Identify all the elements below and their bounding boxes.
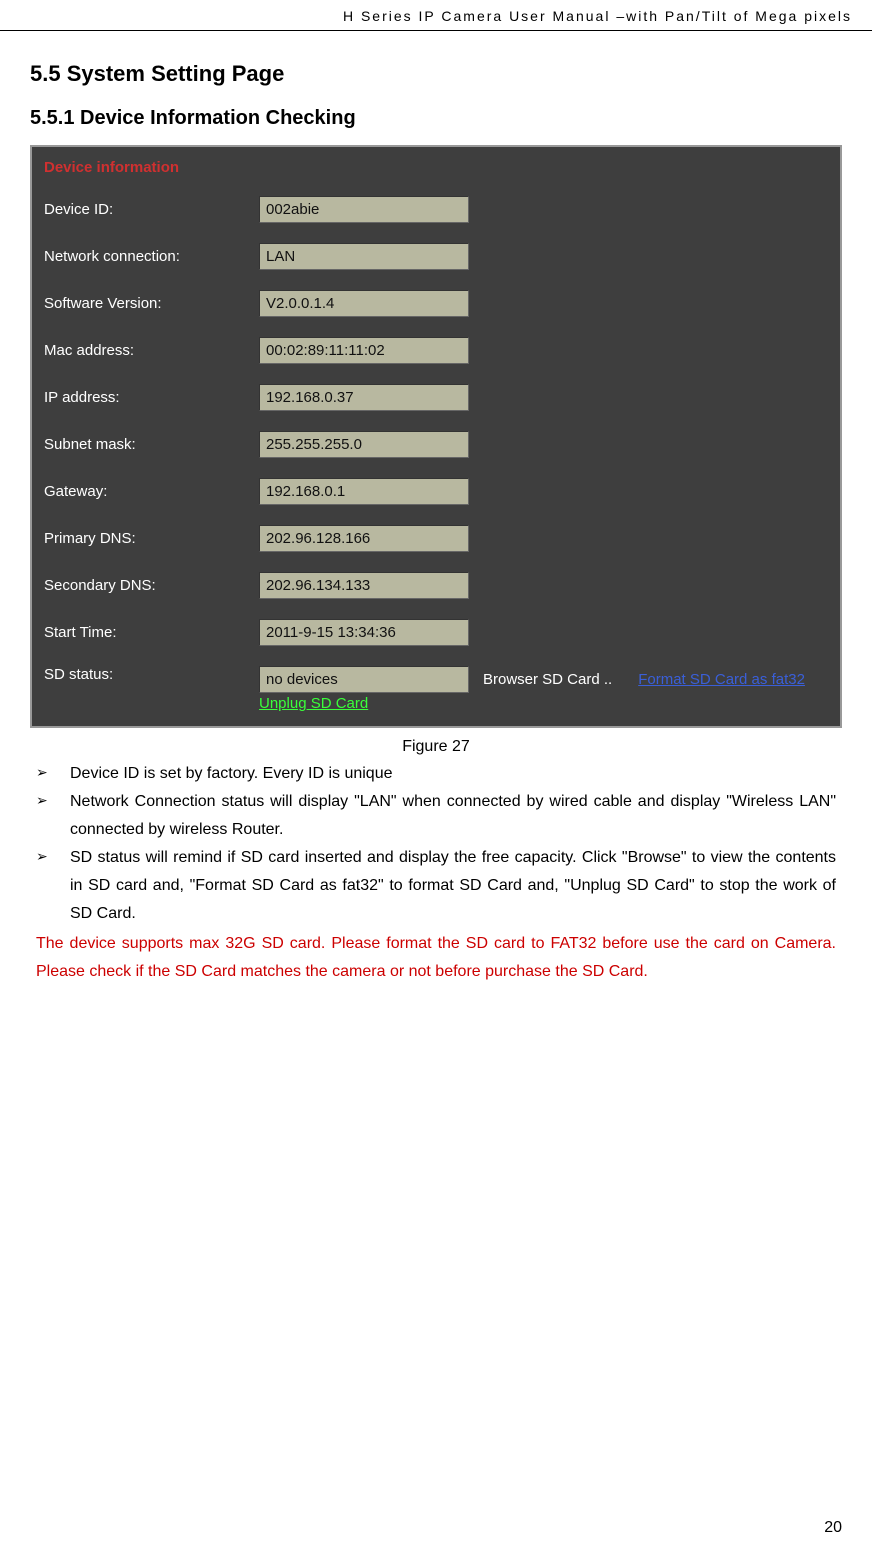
section-heading: 5.5 System Setting Page <box>30 61 842 87</box>
label-gateway: Gateway: <box>44 483 259 500</box>
page-number: 20 <box>824 1519 842 1537</box>
value-start-time: 2011-9-15 13:34:36 <box>259 619 469 646</box>
label-mac: Mac address: <box>44 342 259 359</box>
list-item: ➢ SD status will remind if SD card inser… <box>36 844 836 928</box>
info-row-ip: IP address: 192.168.0.37 <box>32 374 840 421</box>
subsection-heading: 5.5.1 Device Information Checking <box>30 107 842 130</box>
info-row-network: Network connection: LAN <box>32 233 840 280</box>
list-item: ➢ Network Connection status will display… <box>36 788 836 844</box>
warning-note: The device supports max 32G SD card. Ple… <box>30 930 842 986</box>
unplug-sd-card-link[interactable]: Unplug SD Card <box>259 695 805 712</box>
bullet-icon: ➢ <box>36 760 70 785</box>
label-sd-status: SD status: <box>44 666 259 683</box>
bullet-text: Device ID is set by factory. Every ID is… <box>70 760 836 788</box>
label-start-time: Start Time: <box>44 624 259 641</box>
info-row-software: Software Version: V2.0.0.1.4 <box>32 280 840 327</box>
info-row-mac: Mac address: 00:02:89:11:11:02 <box>32 327 840 374</box>
browser-sd-card-link[interactable]: Browser SD Card .. <box>483 671 612 688</box>
value-device-id: 002abie <box>259 196 469 223</box>
info-row-start-time: Start Time: 2011-9-15 13:34:36 <box>32 609 840 656</box>
bullet-icon: ➢ <box>36 844 70 869</box>
label-primary-dns: Primary DNS: <box>44 530 259 547</box>
list-item: ➢ Device ID is set by factory. Every ID … <box>36 760 836 788</box>
bullet-icon: ➢ <box>36 788 70 813</box>
label-subnet: Subnet mask: <box>44 436 259 453</box>
value-subnet: 255.255.255.0 <box>259 431 469 458</box>
label-software: Software Version: <box>44 295 259 312</box>
format-sd-card-link[interactable]: Format SD Card as fat32 <box>638 671 805 688</box>
info-row-gateway: Gateway: 192.168.0.1 <box>32 468 840 515</box>
value-primary-dns: 202.96.128.166 <box>259 525 469 552</box>
label-ip: IP address: <box>44 389 259 406</box>
label-secondary-dns: Secondary DNS: <box>44 577 259 594</box>
label-device-id: Device ID: <box>44 201 259 218</box>
value-sd-status: no devices <box>259 666 469 693</box>
figure-caption: Figure 27 <box>30 738 842 756</box>
value-network: LAN <box>259 243 469 270</box>
info-row-device-id: Device ID: 002abie <box>32 186 840 233</box>
bullet-text: SD status will remind if SD card inserte… <box>70 844 836 928</box>
value-ip: 192.168.0.37 <box>259 384 469 411</box>
value-mac: 00:02:89:11:11:02 <box>259 337 469 364</box>
value-software: V2.0.0.1.4 <box>259 290 469 317</box>
info-row-subnet: Subnet mask: 255.255.255.0 <box>32 421 840 468</box>
panel-title: Device information <box>32 159 840 186</box>
info-row-secondary-dns: Secondary DNS: 202.96.134.133 <box>32 562 840 609</box>
bullet-list: ➢ Device ID is set by factory. Every ID … <box>30 760 842 928</box>
value-secondary-dns: 202.96.134.133 <box>259 572 469 599</box>
label-network: Network connection: <box>44 248 259 265</box>
bullet-text: Network Connection status will display "… <box>70 788 836 844</box>
info-row-primary-dns: Primary DNS: 202.96.128.166 <box>32 515 840 562</box>
value-gateway: 192.168.0.1 <box>259 478 469 505</box>
info-row-sd-status: SD status: no devices Browser SD Card ..… <box>32 656 840 718</box>
device-info-panel: Device information Device ID: 002abie Ne… <box>30 145 842 728</box>
page-header: H Series IP Camera User Manual –with Pan… <box>0 0 872 31</box>
